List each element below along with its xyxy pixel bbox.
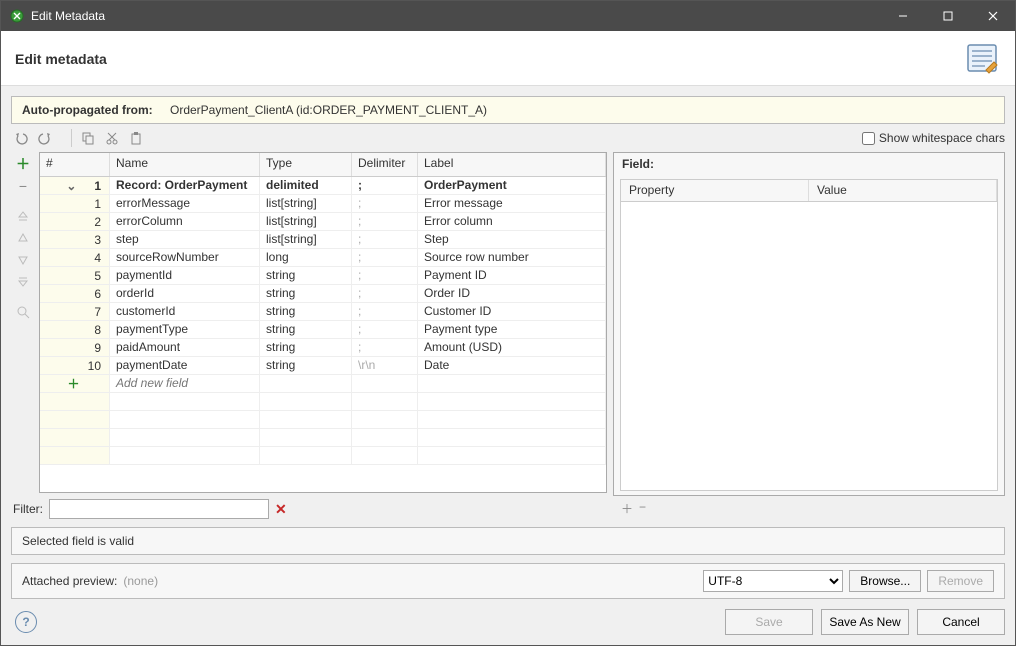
status-bar: Selected field is valid bbox=[11, 527, 1005, 555]
col-header-label[interactable]: Label bbox=[418, 153, 606, 176]
grid-body: ⌄1Record: OrderPaymentdelimited;OrderPay… bbox=[40, 177, 606, 492]
table-row[interactable] bbox=[40, 447, 606, 465]
row-toolbar: ＋ − bbox=[11, 152, 39, 493]
table-row[interactable]: 6orderIdstring;Order ID bbox=[40, 285, 606, 303]
toolbar: Show whitespace chars bbox=[1, 124, 1015, 150]
table-row[interactable]: 8paymentTypestring;Payment type bbox=[40, 321, 606, 339]
table-row[interactable] bbox=[40, 429, 606, 447]
table-row[interactable]: 5paymentIdstring;Payment ID bbox=[40, 267, 606, 285]
field-panel-title: Field: bbox=[614, 153, 1004, 175]
preview-value: (none) bbox=[123, 574, 158, 588]
col-header-type[interactable]: Type bbox=[260, 153, 352, 176]
value-header: Value bbox=[809, 180, 997, 201]
table-row[interactable]: ＋Add new field bbox=[40, 375, 606, 393]
table-row[interactable]: 10paymentDatestring\r\nDate bbox=[40, 357, 606, 375]
property-header: Property bbox=[621, 180, 809, 201]
move-down-button[interactable] bbox=[11, 250, 35, 270]
grid-header: # Name Type Delimiter Label bbox=[40, 153, 606, 177]
add-field-icon[interactable]: ＋ bbox=[67, 375, 79, 392]
add-property-button[interactable]: ＋ bbox=[621, 500, 633, 517]
left-top: ＋ − # Name Type Delimiter Label ⌄1Reco bbox=[11, 152, 607, 493]
browse-button[interactable]: Browse... bbox=[849, 570, 921, 592]
table-row[interactable]: 9paidAmountstring;Amount (USD) bbox=[40, 339, 606, 357]
add-row-button[interactable]: ＋ bbox=[11, 154, 35, 174]
move-up-button[interactable] bbox=[11, 228, 35, 248]
dialog-header: Edit metadata bbox=[1, 31, 1015, 86]
auto-propagated-banner: Auto-propagated from: OrderPayment_Clien… bbox=[11, 96, 1005, 124]
table-row[interactable]: 2errorColumnlist[string];Error column bbox=[40, 213, 606, 231]
show-whitespace-checkbox[interactable]: Show whitespace chars bbox=[862, 131, 1005, 145]
redo-button[interactable] bbox=[35, 128, 55, 148]
bottom-bar: ? Save Save As New Cancel bbox=[1, 599, 1015, 645]
field-panel: Field: Property Value bbox=[613, 152, 1005, 496]
left-column: ＋ − # Name Type Delimiter Label ⌄1Reco bbox=[11, 152, 607, 521]
show-whitespace-label: Show whitespace chars bbox=[879, 131, 1005, 145]
expand-icon[interactable]: ⌄ bbox=[66, 179, 76, 193]
table-row[interactable]: 1errorMessagelist[string];Error message bbox=[40, 195, 606, 213]
save-button[interactable]: Save bbox=[725, 609, 813, 635]
banner-label: Auto-propagated from: bbox=[22, 103, 153, 117]
filter-clear-button[interactable]: ✕ bbox=[275, 501, 287, 518]
save-as-new-button[interactable]: Save As New bbox=[821, 609, 909, 635]
filter-label: Filter: bbox=[13, 502, 43, 516]
window-title: Edit Metadata bbox=[31, 9, 880, 23]
remove-preview-button[interactable]: Remove bbox=[927, 570, 994, 592]
remove-row-button[interactable]: − bbox=[11, 176, 35, 196]
fields-grid[interactable]: # Name Type Delimiter Label ⌄1Record: Or… bbox=[39, 152, 607, 493]
preview-row: Attached preview: (none) UTF-8 Browse...… bbox=[11, 563, 1005, 599]
main-area: ＋ − # Name Type Delimiter Label ⌄1Reco bbox=[1, 150, 1015, 521]
col-header-delim[interactable]: Delimiter bbox=[352, 153, 418, 176]
help-button[interactable]: ? bbox=[15, 611, 37, 633]
search-button[interactable] bbox=[11, 302, 35, 322]
encoding-select[interactable]: UTF-8 bbox=[703, 570, 843, 592]
table-row[interactable]: 4sourceRowNumberlong;Source row number bbox=[40, 249, 606, 267]
cut-button[interactable] bbox=[102, 128, 122, 148]
metadata-icon bbox=[965, 41, 1001, 77]
window-controls bbox=[880, 1, 1015, 31]
maximize-button[interactable] bbox=[925, 1, 970, 31]
banner-value: OrderPayment_ClientA (id:ORDER_PAYMENT_C… bbox=[170, 103, 487, 117]
table-row[interactable]: 7customerIdstring;Customer ID bbox=[40, 303, 606, 321]
preview-label: Attached preview: bbox=[22, 574, 117, 588]
move-top-button[interactable] bbox=[11, 206, 35, 226]
app-icon bbox=[9, 8, 25, 24]
col-header-num[interactable]: # bbox=[40, 153, 110, 176]
field-panel-tools: ＋ − bbox=[613, 496, 1005, 521]
table-row[interactable] bbox=[40, 393, 606, 411]
undo-button[interactable] bbox=[11, 128, 31, 148]
filter-input[interactable] bbox=[49, 499, 269, 519]
filter-row: Filter: ✕ bbox=[11, 493, 607, 521]
page-title: Edit metadata bbox=[15, 51, 965, 67]
field-property-table[interactable]: Property Value bbox=[620, 179, 998, 491]
close-button[interactable] bbox=[970, 1, 1015, 31]
table-row[interactable]: ⌄1Record: OrderPaymentdelimited;OrderPay… bbox=[40, 177, 606, 195]
titlebar: Edit Metadata bbox=[1, 1, 1015, 31]
copy-button[interactable] bbox=[78, 128, 98, 148]
paste-button[interactable] bbox=[126, 128, 146, 148]
col-header-name[interactable]: Name bbox=[110, 153, 260, 176]
minimize-button[interactable] bbox=[880, 1, 925, 31]
show-whitespace-input[interactable] bbox=[862, 132, 875, 145]
remove-property-button[interactable]: − bbox=[639, 500, 646, 517]
move-bottom-button[interactable] bbox=[11, 272, 35, 292]
status-text: Selected field is valid bbox=[22, 534, 134, 548]
table-row[interactable] bbox=[40, 411, 606, 429]
toolbar-divider bbox=[71, 129, 72, 147]
table-row[interactable]: 3steplist[string];Step bbox=[40, 231, 606, 249]
cancel-button[interactable]: Cancel bbox=[917, 609, 1005, 635]
